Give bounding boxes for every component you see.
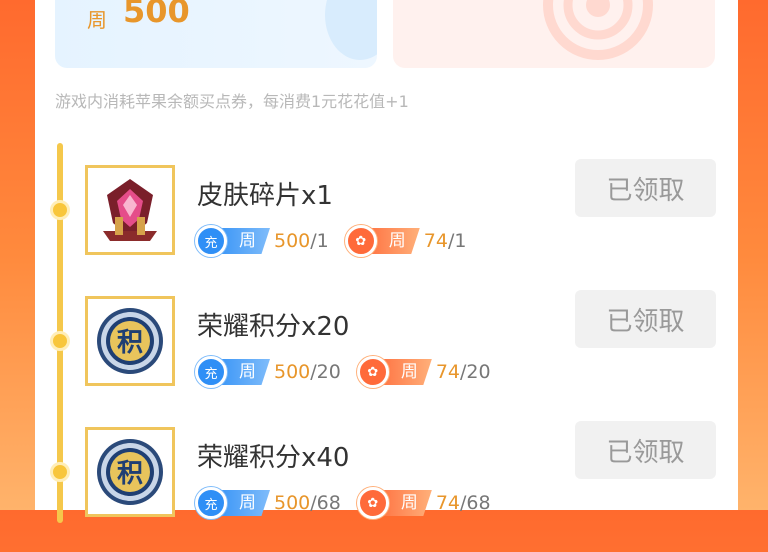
charge-target: /1 [310,230,329,252]
flower-current: 74 [435,361,461,383]
svg-text:积: 积 [117,459,143,489]
flower-progress: ✿ 周 74/20 [356,356,491,388]
reward-row: 皮肤碎片x1 充 周 500/1 ✿ 周 74/1 已领取 [35,159,738,290]
flower-target: /20 [460,361,491,383]
timeline-dot [50,200,70,220]
progress-pills: 充 周 500/20 ✿ 周 74/20 [195,356,507,388]
timeline-dot [50,331,70,351]
claim-button[interactable]: 已领取 [575,159,716,217]
timeline-dot [50,462,70,482]
claim-button[interactable]: 已领取 [575,290,716,348]
flower-progress: ✿ 周 74/1 [344,225,467,257]
honor-points-icon: 积 [85,296,175,386]
reward-row: 积 荣耀积分x40 充 周 500/68 ✿ 周 74/68 已领取 [35,421,738,552]
charge-current: 500 [274,230,311,252]
flower-progress: ✿ 周 74/68 [356,487,491,519]
claim-button[interactable]: 已领取 [575,421,716,479]
charge-icon: 充 [195,356,227,388]
reward-row: 积 荣耀积分x20 充 周 500/20 ✿ 周 74/20 已领取 [35,290,738,421]
item-name: 荣耀积分x40 [197,443,350,473]
card-decoration [325,0,377,60]
flower-current: 74 [435,492,461,514]
week-prefix: 周 [87,8,107,32]
swirl-decoration-icon [543,0,653,60]
charge-target: /20 [310,361,341,383]
flower-target: /1 [447,230,467,252]
flower-current: 74 [423,230,448,252]
progress-pills: 充 周 500/1 ✿ 周 74/1 [195,225,482,257]
charge-progress: 充 周 500/68 [195,487,341,519]
charge-target: /68 [310,492,341,514]
item-name: 荣耀积分x20 [197,312,350,342]
honor-points-icon: 积 [85,427,175,517]
week-charge-value: 500 [123,0,190,30]
item-name: 皮肤碎片x1 [197,181,333,211]
flower-icon: ✿ [344,225,377,257]
reward-panel: 周 500 游戏内消耗苹果余额买点券，每消费1元花花值+1 皮肤碎片x1 充 周… [35,0,738,523]
charge-icon: 充 [195,487,227,519]
charge-current: 500 [274,361,311,383]
charge-current: 500 [274,492,311,514]
charge-icon: 充 [195,225,227,257]
flower-icon: ✿ [356,356,389,388]
flower-summary-card[interactable] [393,0,715,68]
charge-summary-card[interactable]: 周 500 [55,0,377,68]
charge-progress: 充 周 500/20 [195,356,341,388]
flower-target: /68 [460,492,491,514]
progress-pills: 充 周 500/68 ✿ 周 74/68 [195,487,507,519]
charge-progress: 充 周 500/1 [195,225,329,257]
svg-text:积: 积 [117,328,143,358]
skin-shard-icon [85,165,175,255]
rules-note: 游戏内消耗苹果余额买点券，每消费1元花花值+1 [55,92,409,111]
flower-icon: ✿ [356,487,389,519]
